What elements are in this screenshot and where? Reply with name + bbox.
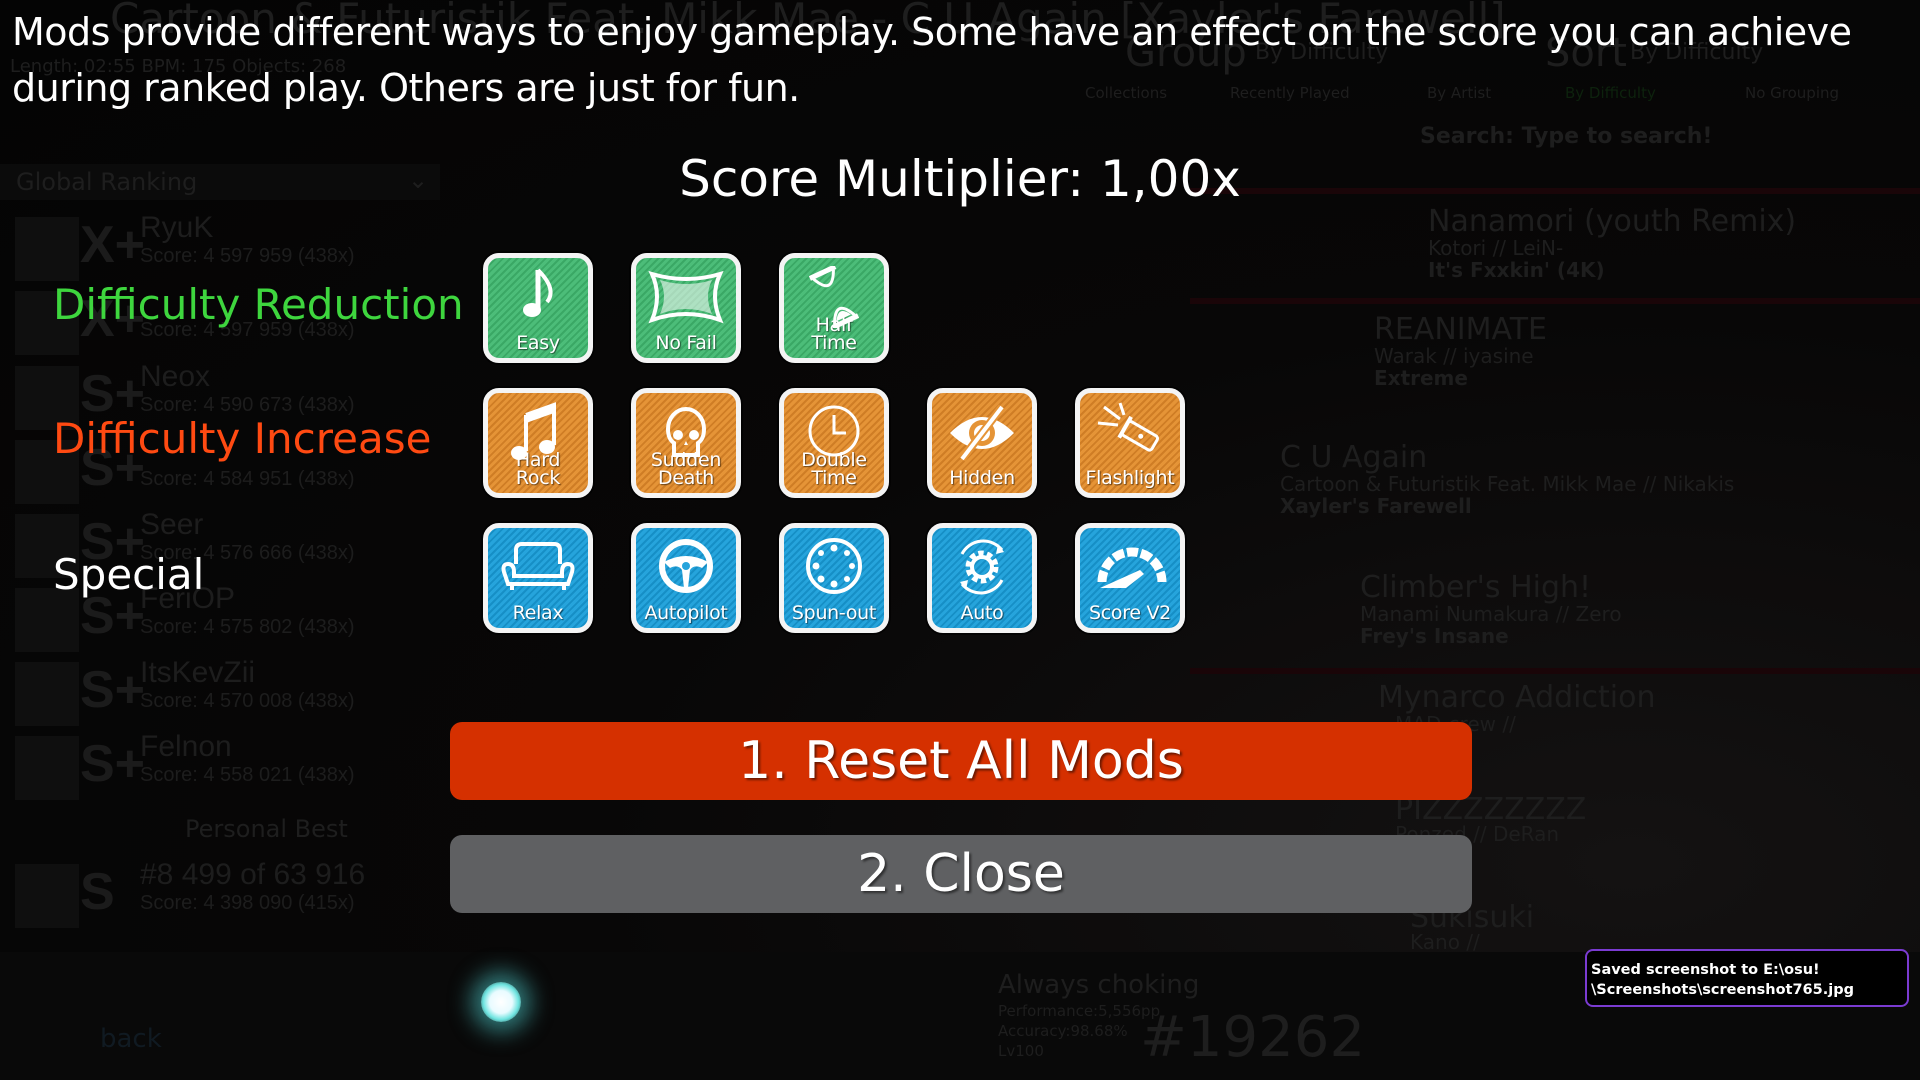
skull-icon (665, 407, 707, 457)
sofa-icon (501, 542, 575, 590)
mod-no-fail[interactable]: No Fail (631, 253, 741, 363)
player-name: Always choking (998, 970, 1200, 1000)
hourglass-icon (808, 266, 860, 328)
reset-all-mods-button[interactable]: 1. Reset All Mods (450, 722, 1472, 800)
gear-cycle-icon (960, 539, 1004, 595)
screenshot-notification: Saved screenshot to E:\osu! \Screenshots… (1585, 949, 1909, 1007)
player-level: Lv100 (998, 1042, 1044, 1060)
section-difficulty-increase: Difficulty Increase (53, 414, 432, 463)
leaderboard-row[interactable]: X+ RyuK Score: 4 597 959 (438x) (10, 211, 450, 285)
mod-spun-out[interactable]: Spun-out (779, 523, 889, 633)
clock-icon (808, 405, 860, 457)
song-entry-title[interactable]: Climber's High! (1360, 570, 1591, 605)
safety-net-icon (648, 270, 724, 324)
steering-wheel-icon (659, 539, 713, 593)
eye-slash-icon (950, 404, 1014, 462)
mod-auto[interactable]: Auto (927, 523, 1037, 633)
score-multiplier: Score Multiplier: 1,00x (679, 150, 1241, 208)
mod-hidden[interactable]: Hidden (927, 388, 1037, 498)
player-performance: Performance:5,556pp (998, 1002, 1161, 1020)
music-note-icon (523, 268, 553, 317)
mod-score-v2[interactable]: Score V2 (1075, 523, 1185, 633)
mod-easy[interactable]: Easy (483, 253, 593, 363)
spinner-dots-icon (806, 538, 862, 594)
personal-best-row[interactable]: S #8 499 of 63 916 Score: 4 398 090 (415x) (10, 858, 450, 932)
notification-line-2: \Screenshots\screenshot765.jpg (1591, 982, 1854, 998)
personal-best-label: Personal Best (185, 815, 348, 843)
song-entry-title[interactable]: Mynarco Addiction (1378, 680, 1655, 715)
back-button[interactable]: back (100, 1024, 162, 1054)
mod-relax[interactable]: Relax (483, 523, 593, 633)
player-accuracy: Accuracy:98.68% (998, 1022, 1128, 1040)
cursor (481, 982, 521, 1022)
double-music-note-icon (511, 402, 556, 460)
mod-hard-rock[interactable]: Hard Rock (483, 388, 593, 498)
mods-description: Mods provide different ways to enjoy gam… (12, 10, 1852, 110)
leaderboard-row[interactable]: S+ ItsKevZii Score: 4 570 008 (438x) (10, 656, 450, 730)
notification-line-1: Saved screenshot to E:\osu! (1591, 962, 1820, 978)
mod-half-time[interactable]: Half Time (779, 253, 889, 363)
section-difficulty-reduction: Difficulty Reduction (53, 280, 464, 329)
search-hint[interactable]: Search: Type to search! (1420, 124, 1712, 149)
section-special: Special (53, 550, 205, 599)
mod-sudden-death[interactable]: Sudden Death (631, 388, 741, 498)
player-rank: #19262 (1140, 1005, 1366, 1070)
mod-autopilot[interactable]: Autopilot (631, 523, 741, 633)
song-entry-title[interactable]: REANIMATE (1374, 312, 1547, 347)
song-entry-title[interactable]: Nanamori (youth Remix) (1428, 204, 1796, 239)
mod-double-time[interactable]: Double Time (779, 388, 889, 498)
close-button[interactable]: 2. Close (450, 835, 1472, 913)
speedometer-icon (1097, 547, 1167, 588)
mod-flashlight[interactable]: Flashlight (1075, 388, 1185, 498)
song-entry-title[interactable]: C U Again (1280, 440, 1427, 475)
flashlight-icon (1097, 402, 1159, 452)
leaderboard-row[interactable]: S+ Felnon Score: 4 558 021 (438x) (10, 730, 450, 804)
